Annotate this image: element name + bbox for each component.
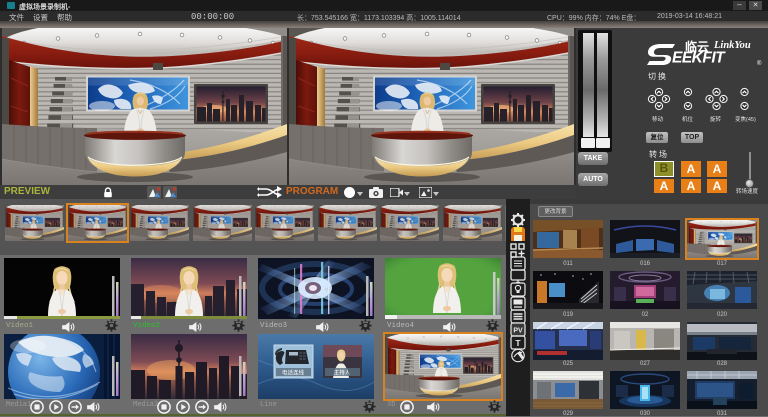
svg-text:EEKFIT: EEKFIT (672, 50, 726, 67)
svg-text:电话连线: 电话连线 (282, 369, 305, 377)
svg-text:T: T (515, 338, 521, 348)
svg-text:PV: PV (513, 328, 523, 335)
svg-text:®: ® (757, 60, 762, 67)
svg-text:主持人: 主持人 (334, 369, 351, 377)
